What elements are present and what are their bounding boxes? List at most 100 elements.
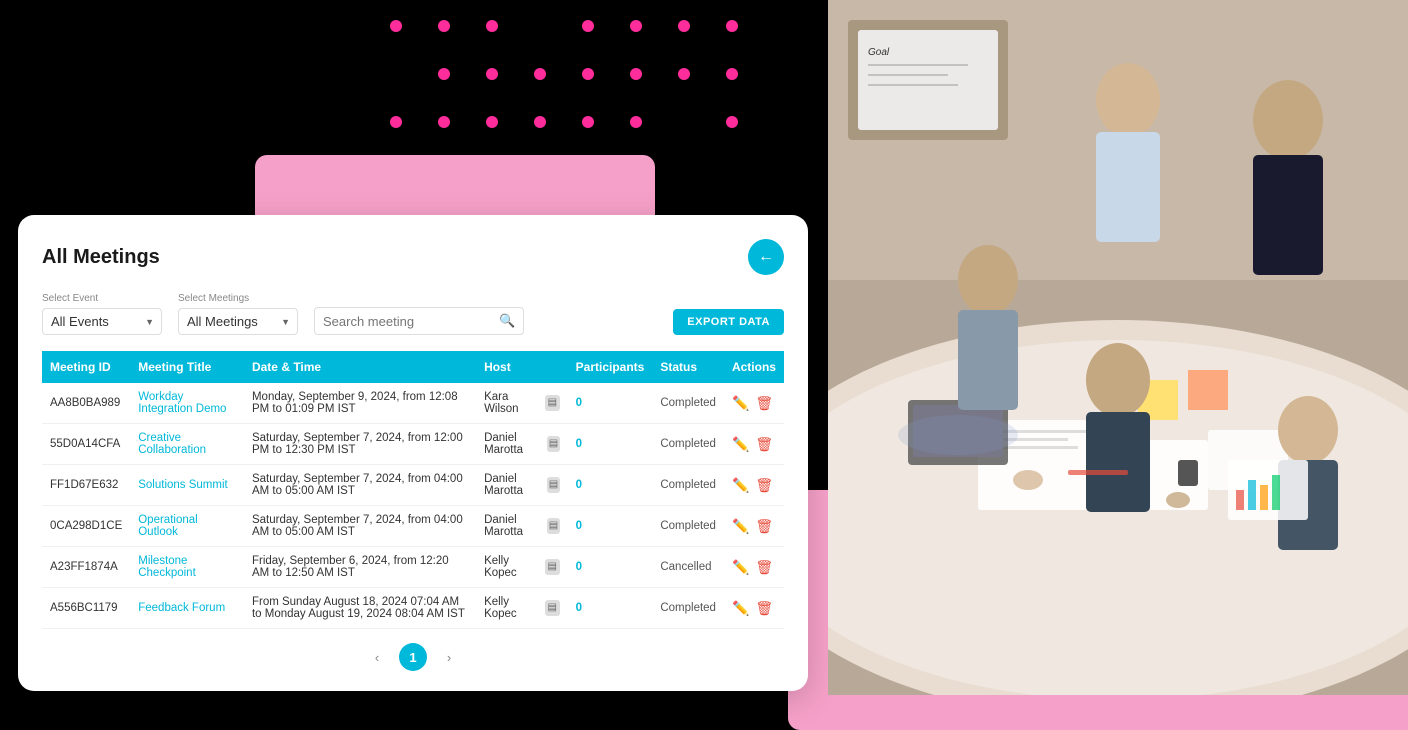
page-title: All Meetings bbox=[42, 246, 160, 269]
table-row: 55D0A14CFA Creative Collaboration Saturd… bbox=[42, 424, 784, 465]
cell-title: Operational Outlook bbox=[130, 506, 244, 547]
filters-row: Select Event All Events Select Meetings … bbox=[42, 293, 784, 335]
delete-icon[interactable]: 🗑 bbox=[755, 436, 773, 453]
cell-title: Solutions Summit bbox=[130, 465, 244, 506]
cell-id: A556BC1179 bbox=[42, 588, 130, 629]
meeting-title-link[interactable]: Creative Collaboration bbox=[138, 432, 206, 456]
delete-icon[interactable]: 🗑 bbox=[755, 518, 773, 535]
edit-icon[interactable]: ✏️ bbox=[732, 477, 749, 494]
back-button[interactable]: ← bbox=[748, 239, 784, 275]
edit-icon[interactable]: ✏️ bbox=[732, 395, 749, 412]
edit-icon[interactable]: ✏️ bbox=[732, 600, 749, 617]
cell-id: 0CA298D1CE bbox=[42, 506, 130, 547]
participant-count[interactable]: 0 bbox=[576, 438, 582, 450]
table-row: FF1D67E632 Solutions Summit Saturday, Se… bbox=[42, 465, 784, 506]
search-input[interactable] bbox=[323, 314, 499, 329]
dot bbox=[678, 20, 690, 32]
col-datetime: Date & Time bbox=[244, 351, 476, 383]
delete-icon[interactable]: 🗑 bbox=[755, 395, 773, 412]
participant-count[interactable]: 0 bbox=[576, 602, 582, 614]
delete-icon[interactable]: 🗑 bbox=[755, 477, 773, 494]
cell-actions: ✏️ 🗑 bbox=[724, 383, 784, 424]
event-select-wrapper: All Events bbox=[42, 308, 162, 335]
svg-text:Goal: Goal bbox=[868, 47, 890, 58]
cell-status: Completed bbox=[652, 383, 724, 424]
host-icon: ▤ bbox=[547, 477, 559, 493]
participant-count[interactable]: 0 bbox=[576, 479, 582, 491]
edit-icon[interactable]: ✏️ bbox=[732, 559, 749, 576]
cell-status: Completed bbox=[652, 506, 724, 547]
cell-actions: ✏️ 🗑 bbox=[724, 424, 784, 465]
meeting-title-link[interactable]: Solutions Summit bbox=[138, 479, 227, 491]
edit-icon[interactable]: ✏️ bbox=[732, 518, 749, 535]
dot bbox=[630, 20, 642, 32]
col-participants: Participants bbox=[568, 351, 653, 383]
cell-datetime: Saturday, September 7, 2024, from 12:00 … bbox=[244, 424, 476, 465]
host-icon: ▤ bbox=[547, 518, 559, 534]
cell-host: Daniel Marotta ▤ bbox=[476, 424, 568, 465]
cell-datetime: Saturday, September 7, 2024, from 04:00 … bbox=[244, 465, 476, 506]
cell-id: AA8B0BA989 bbox=[42, 383, 130, 424]
col-host: Host bbox=[476, 351, 568, 383]
cell-actions: ✏️ 🗑 bbox=[724, 547, 784, 588]
dot bbox=[534, 116, 546, 128]
status-badge: Completed bbox=[660, 397, 716, 409]
edit-icon[interactable]: ✏️ bbox=[732, 436, 749, 453]
participant-count[interactable]: 0 bbox=[576, 520, 582, 532]
cell-title: Feedback Forum bbox=[130, 588, 244, 629]
cell-status: Cancelled bbox=[652, 547, 724, 588]
meeting-image: Goal bbox=[828, 0, 1408, 695]
meetings-filter-label: Select Meetings bbox=[178, 293, 298, 304]
table-body: AA8B0BA989 Workday Integration Demo Mond… bbox=[42, 383, 784, 629]
cell-participants: 0 bbox=[568, 588, 653, 629]
participant-count[interactable]: 0 bbox=[576, 561, 582, 573]
dot bbox=[630, 68, 642, 80]
dot bbox=[726, 116, 738, 128]
dot bbox=[486, 68, 498, 80]
cell-participants: 0 bbox=[568, 465, 653, 506]
meetings-filter-group: Select Meetings All Meetings bbox=[178, 293, 298, 335]
status-badge: Completed bbox=[660, 479, 716, 491]
next-page-button[interactable]: › bbox=[435, 643, 463, 671]
delete-icon[interactable]: 🗑 bbox=[755, 559, 773, 576]
card-header: All Meetings ← bbox=[42, 239, 784, 275]
search-box: 🔍 bbox=[314, 307, 524, 335]
dot bbox=[582, 20, 594, 32]
status-badge: Completed bbox=[660, 438, 716, 450]
col-status: Status bbox=[652, 351, 724, 383]
dot bbox=[630, 116, 642, 128]
meeting-title-link[interactable]: Workday Integration Demo bbox=[138, 391, 226, 415]
cell-title: Creative Collaboration bbox=[130, 424, 244, 465]
meeting-title-link[interactable]: Milestone Checkpoint bbox=[138, 555, 196, 579]
host-icon: ▤ bbox=[545, 600, 560, 616]
meeting-title-link[interactable]: Feedback Forum bbox=[138, 602, 225, 614]
meetings-card: All Meetings ← Select Event All Events S… bbox=[18, 215, 808, 691]
host-icon: ▤ bbox=[545, 559, 560, 575]
page-1-button[interactable]: 1 bbox=[399, 643, 427, 671]
cell-host: Daniel Marotta ▤ bbox=[476, 506, 568, 547]
participant-count[interactable]: 0 bbox=[576, 397, 582, 409]
meeting-title-link[interactable]: Operational Outlook bbox=[138, 514, 197, 538]
host-icon: ▤ bbox=[547, 436, 559, 452]
cell-participants: 0 bbox=[568, 383, 653, 424]
table-row: A556BC1179 Feedback Forum From Sunday Au… bbox=[42, 588, 784, 629]
cell-status: Completed bbox=[652, 588, 724, 629]
cell-datetime: Saturday, September 7, 2024, from 04:00 … bbox=[244, 506, 476, 547]
table-row: A23FF1874A Milestone Checkpoint Friday, … bbox=[42, 547, 784, 588]
status-badge: Completed bbox=[660, 520, 716, 532]
meetings-select[interactable]: All Meetings bbox=[178, 308, 298, 335]
dot bbox=[582, 116, 594, 128]
dot bbox=[390, 20, 402, 32]
dot bbox=[726, 68, 738, 80]
delete-icon[interactable]: 🗑 bbox=[755, 600, 773, 617]
dot bbox=[486, 116, 498, 128]
table-header: Meeting ID Meeting Title Date & Time Hos… bbox=[42, 351, 784, 383]
event-select[interactable]: All Events bbox=[42, 308, 162, 335]
cell-status: Completed bbox=[652, 424, 724, 465]
cell-host: Daniel Marotta ▤ bbox=[476, 465, 568, 506]
table-header-row: Meeting ID Meeting Title Date & Time Hos… bbox=[42, 351, 784, 383]
export-button[interactable]: EXPORT DATA bbox=[673, 309, 784, 335]
prev-page-button[interactable]: ‹ bbox=[363, 643, 391, 671]
dot bbox=[678, 68, 690, 80]
team-photo: Goal bbox=[828, 0, 1408, 695]
